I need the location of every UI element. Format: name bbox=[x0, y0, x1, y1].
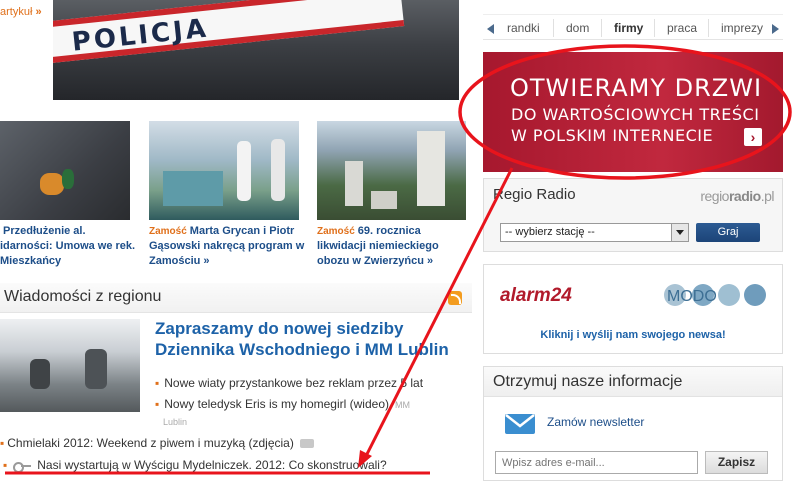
section-title: Wiadomości z regionu bbox=[4, 288, 162, 305]
main-story-link[interactable]: Zapraszamy do nowej siedziby Dziennika W… bbox=[155, 318, 455, 360]
svg-text:MODO: MODO bbox=[667, 288, 717, 305]
police-tape: POLICJA bbox=[53, 0, 405, 66]
tab-randki[interactable]: randki bbox=[507, 21, 540, 35]
tab-next-arrow-icon[interactable] bbox=[772, 24, 779, 34]
alarm24-logo: alarm24 bbox=[500, 285, 572, 306]
open-doors-banner[interactable]: OTWIERAMY DRZWI DO WARTOŚCIOWYCH TREŚCI … bbox=[483, 52, 783, 172]
tab-prev-arrow-icon[interactable] bbox=[487, 24, 494, 34]
key-icon bbox=[13, 461, 32, 474]
news-list-item[interactable]: ▪ Nowe wiaty przystankowe bez reklam prze… bbox=[155, 376, 423, 390]
source-label-line2: Lublin bbox=[163, 417, 188, 427]
camera-icon bbox=[299, 439, 314, 449]
regioradio-logo: regioradio.pl bbox=[700, 188, 774, 204]
radio-title: Regio Radio bbox=[493, 186, 576, 203]
rss-icon[interactable] bbox=[448, 291, 462, 305]
subscribe-button[interactable]: Zapisz bbox=[705, 451, 768, 474]
tab-firmy[interactable]: firmy bbox=[614, 21, 643, 35]
hero-image[interactable]: POLICJA bbox=[53, 0, 459, 100]
station-select[interactable]: -- wybierz stację -- bbox=[500, 223, 689, 242]
thumbnail-2[interactable] bbox=[149, 121, 299, 220]
news-photo[interactable] bbox=[0, 319, 140, 412]
newsletter-header: Otrzymuj nasze informacje bbox=[484, 367, 782, 397]
thumbnail-caption-1[interactable]: Przedłużenie al. idarności: Umowa we rek… bbox=[0, 224, 140, 269]
alarm24-widget[interactable]: alarm24 MODO Kliknij i wyślij nam swojeg… bbox=[483, 264, 783, 354]
news-list-item[interactable]: ▪ Nasi wystartują w Wyścigu Mydelniczek. … bbox=[3, 458, 387, 474]
banner-arrow-icon[interactable]: › bbox=[744, 128, 762, 146]
tab-imprezy[interactable]: imprezy bbox=[721, 21, 763, 35]
play-button[interactable]: Graj bbox=[696, 223, 760, 242]
email-field[interactable] bbox=[495, 451, 698, 474]
news-list-item[interactable]: ▪ Nowy teledysk Eris is my homegirl (wide… bbox=[155, 397, 410, 411]
newsletter-link[interactable]: Zamów newsletter bbox=[547, 415, 644, 429]
news-list-item[interactable]: ▪ Chmielaki 2012: Weekend z piwem i muzyk… bbox=[0, 436, 314, 450]
police-tape-text: POLICJA bbox=[70, 13, 211, 58]
artykul-link[interactable]: artykuł » bbox=[0, 6, 42, 18]
thumbnail-1[interactable] bbox=[0, 121, 130, 220]
chevron-down-icon[interactable] bbox=[671, 224, 688, 241]
regio-radio-widget: Regio Radio regioradio.pl -- wybierz sta… bbox=[483, 178, 783, 252]
thumbnail-3[interactable] bbox=[317, 121, 466, 220]
envelope-icon bbox=[505, 414, 535, 434]
thumbnail-caption-3[interactable]: Zamość 69. rocznica likwidacji niemieckie… bbox=[317, 224, 467, 269]
tab-dom[interactable]: dom bbox=[566, 21, 589, 35]
source-label: MM bbox=[395, 400, 410, 410]
tab-praca[interactable]: praca bbox=[667, 21, 697, 35]
regional-news-header: Wiadomości z regionu bbox=[0, 283, 472, 313]
newsletter-widget: Otrzymuj nasze informacje Zamów newslett… bbox=[483, 366, 783, 481]
thumbnail-caption-2[interactable]: Zamość Marta Grycan i Piotr Gąsowski nakr… bbox=[149, 224, 307, 269]
newsletter-title: Otrzymuj nasze informacje bbox=[493, 373, 683, 390]
modo-logo: MODO bbox=[664, 284, 766, 306]
send-news-link[interactable]: Kliknij i wyślij nam swojego newsa! bbox=[484, 329, 782, 341]
category-tabs: randki dom firmy praca imprezy bbox=[483, 14, 783, 40]
